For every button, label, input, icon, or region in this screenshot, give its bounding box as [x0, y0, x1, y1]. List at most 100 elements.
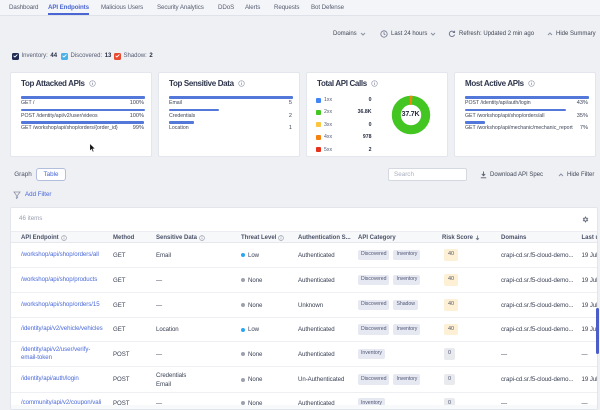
- card-title-text: Total API Calls: [317, 79, 367, 88]
- risk-score-badge: 40: [444, 249, 458, 261]
- sensitive-data-cell: Location: [156, 318, 179, 341]
- bar-label: GET /workshop/api/shop/orders/all: [465, 113, 544, 119]
- endpoint-link[interactable]: /workshop/api/shop/orders/all: [21, 243, 109, 267]
- endpoint-text: email-token: [21, 354, 90, 363]
- bar-value: 7%: [580, 125, 588, 131]
- domains-cell: crapi-cd.sr.f5-cloud-demo...: [501, 367, 573, 392]
- domains-text: crapi-cd.sr.f5-cloud-demo...: [501, 302, 573, 309]
- donut-legend-value: 0: [369, 97, 372, 103]
- legend-value: 44: [50, 53, 57, 59]
- category-badge: Discovered: [358, 324, 389, 335]
- category-badge: Inventory: [393, 250, 420, 261]
- table-row: /identity/api/v2/user/verify-email-token…: [11, 342, 598, 367]
- card-title: Most Active APIs: [465, 79, 535, 88]
- refresh-button[interactable]: Refresh: Updated 2 min ago: [448, 29, 534, 39]
- threat-level-text: Low: [248, 252, 259, 259]
- info-icon: [278, 235, 284, 241]
- table-tab[interactable]: Table: [36, 168, 66, 181]
- category-badge: Shadow: [393, 300, 417, 311]
- card-title: Total API Calls: [317, 79, 378, 88]
- nav-tab-bot-defense[interactable]: Bot Defense: [311, 0, 344, 15]
- bar-label: POST /identity/api/v2/user/videos: [21, 113, 98, 119]
- table-row: /workshop/api/shop/orders/15GET—NoneUnkn…: [11, 293, 598, 318]
- last-updated-text: 19 Jul: [582, 376, 598, 383]
- donut-legend-row: 1xx0: [316, 97, 372, 103]
- summary-card-total-api-calls: Total API Calls1xx02xx36.8K3xx04xx9785xx…: [306, 72, 448, 157]
- bar-value: 43%: [577, 100, 588, 106]
- graph-tab[interactable]: Graph: [10, 168, 36, 181]
- endpoint-text: /workshop/api/shop/orders/15: [21, 301, 100, 310]
- chevron-down-icon: [430, 32, 436, 36]
- method-cell: GET: [113, 243, 125, 267]
- method-cell: POST: [113, 342, 129, 366]
- hide-summary-button[interactable]: Hide Summary: [547, 29, 596, 39]
- checkbox-checked-icon[interactable]: [61, 53, 68, 60]
- category-badge: Discovered: [358, 374, 389, 385]
- table-row: /identity/api/v2/vehicle/vehicles GET Loca…: [11, 318, 598, 342]
- summary-card-top-sensitive-data: Top Sensitive DataEmail5Credentials2Loca…: [158, 72, 300, 157]
- threat-level-text: Low: [248, 326, 259, 333]
- search-input[interactable]: [388, 168, 467, 181]
- summary-card-top-attacked-apis: Top Attacked APIsGET /100%POST /identity…: [10, 72, 152, 157]
- nav-tab-label: Security Analytics: [157, 4, 204, 11]
- endpoint-link[interactable]: /identity/api/auth/login: [21, 367, 109, 392]
- gear-icon[interactable]: [582, 216, 589, 223]
- bar-label: GET /workshop/api/mechanic/mechanic_repo…: [465, 125, 573, 131]
- threat-level-dot: [241, 378, 245, 382]
- refresh-label: Refresh: Updated 2 min ago: [459, 31, 534, 37]
- threat-level-cell: None: [241, 342, 262, 366]
- domains-cell: crapi-cd.sr.f5-cloud-demo...: [501, 243, 573, 267]
- legend-checkbox-discovered[interactable]: Discovered:13: [61, 52, 111, 60]
- column-header-label: Threat Level: [241, 235, 276, 241]
- vertical-scrollbar-thumb[interactable]: [596, 308, 599, 354]
- column-header-label: Authentication S...: [298, 235, 351, 241]
- bar-value: 2: [289, 113, 292, 119]
- horizontal-scrollbar-track[interactable]: [11, 405, 598, 409]
- nav-tab-ddos[interactable]: DDoS: [218, 0, 234, 15]
- nav-tab-api-endpoints[interactable]: API Endpoints: [48, 0, 89, 15]
- checkbox-checked-icon[interactable]: [12, 53, 19, 60]
- endpoint-link[interactable]: /identity/api/v2/user/verify-email-token: [21, 342, 109, 366]
- table-row: /workshop/api/shop/orders/allGETEmailLow…: [11, 243, 598, 268]
- authentication-text: Authenticated: [298, 351, 335, 358]
- endpoint-link[interactable]: /workshop/api/shop/products: [21, 268, 109, 292]
- chevron-down-icon: [360, 32, 366, 36]
- legend-checkbox-shadow[interactable]: Shadow:2: [114, 52, 153, 60]
- last-updated-cell: —: [582, 342, 588, 366]
- domains-cell: crapi-cd.sr.f5-cloud-demo...: [501, 293, 573, 317]
- method-text: GET: [113, 326, 125, 333]
- time-range-label: Last 24 hours: [391, 31, 427, 37]
- donut-legend-value: 0: [369, 122, 372, 128]
- download-api-spec-button[interactable]: Download API Spec: [480, 169, 543, 180]
- category-badge: Inventory: [393, 324, 420, 335]
- last-updated-cell: 19 Jul: [582, 268, 598, 292]
- nav-tab-dashboard[interactable]: Dashboard: [9, 0, 38, 15]
- info-icon: [371, 80, 378, 87]
- threat-level-cell: Low: [241, 318, 259, 341]
- bar: [169, 109, 219, 112]
- time-range-dropdown[interactable]: Last 24 hours: [380, 29, 436, 39]
- bar: [465, 109, 566, 112]
- sensitive-data-cell: —: [156, 268, 162, 292]
- nav-tab-malicious-users[interactable]: Malicious Users: [101, 0, 143, 15]
- checkbox-checked-icon[interactable]: [114, 53, 121, 60]
- threat-level-text: None: [248, 277, 262, 284]
- threat-level-cell: None: [241, 268, 262, 292]
- api-category-cell: DiscoveredInventory: [358, 367, 420, 392]
- bar: [465, 121, 485, 124]
- donut-legend-value: 2: [369, 147, 372, 153]
- endpoint-link[interactable]: /workshop/api/shop/orders/15: [21, 293, 109, 317]
- api-endpoints-table-card: 46 items API EndpointMethodSensitive Dat…: [10, 207, 598, 410]
- add-filter-button[interactable]: Add Filter: [13, 189, 51, 200]
- endpoint-link[interactable]: /identity/api/v2/vehicle/vehicles: [21, 318, 109, 341]
- nav-tab-requests[interactable]: Requests: [274, 0, 299, 15]
- card-title-text: Most Active APIs: [465, 79, 524, 88]
- legend-checkbox-inventory[interactable]: Inventory:44: [12, 52, 57, 60]
- nav-tab-security-analytics[interactable]: Security Analytics: [157, 0, 204, 15]
- hide-filter-button[interactable]: Hide Filter: [558, 169, 594, 180]
- domains-dropdown[interactable]: Domains: [333, 29, 366, 39]
- nav-tab-label: API Endpoints: [48, 4, 89, 11]
- authentication-cell: Authenticated: [298, 243, 335, 267]
- risk-score-cell: 0: [444, 367, 455, 392]
- nav-tab-alerts[interactable]: Alerts: [245, 0, 260, 15]
